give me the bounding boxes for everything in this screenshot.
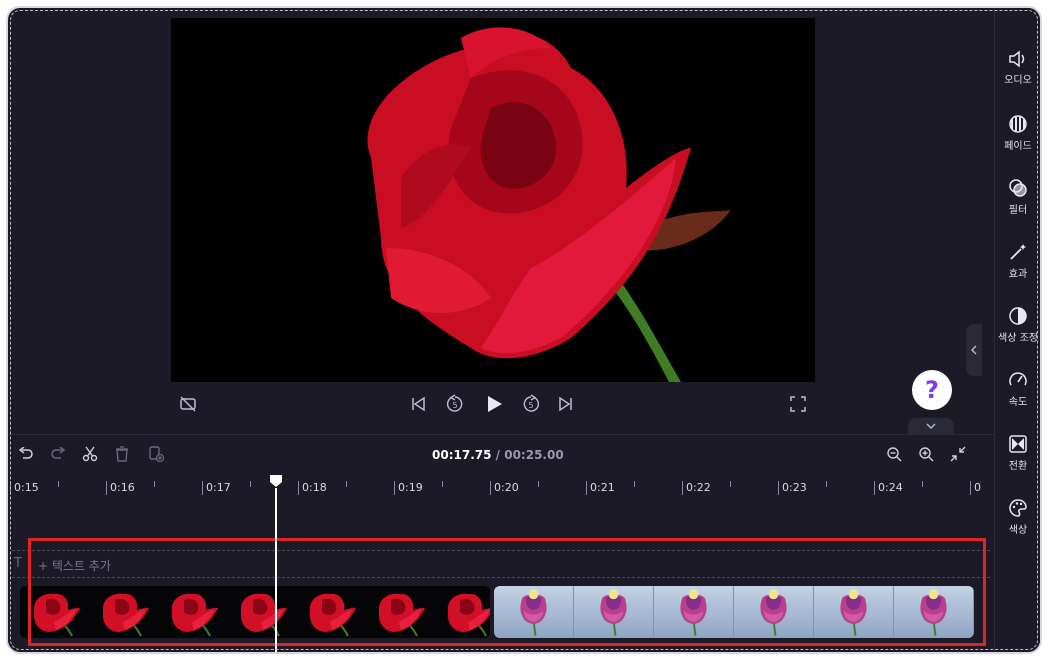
clip-thumbnail xyxy=(654,586,734,638)
sidebar-item-color-adjust[interactable]: 색상 조정 xyxy=(995,306,1040,360)
fit-timeline-icon[interactable] xyxy=(948,444,968,464)
speedometer-icon xyxy=(1009,372,1027,386)
magic-wand-icon xyxy=(1010,244,1026,260)
duplicate-icon[interactable] xyxy=(146,444,166,464)
sidebar-item-speed[interactable]: 속도 xyxy=(995,370,1040,424)
minor-tick xyxy=(154,481,155,487)
ruler-label: 0:23 xyxy=(778,481,807,495)
sidebar-item-label: 효과 xyxy=(1008,269,1028,280)
speaker-icon xyxy=(1009,50,1025,68)
play-button[interactable] xyxy=(482,392,506,416)
zoom-in-icon[interactable] xyxy=(916,444,936,464)
eye-off-icon[interactable] xyxy=(178,394,198,414)
minor-tick xyxy=(922,481,923,487)
ruler-label: 0:18 xyxy=(298,481,327,495)
forward-5-button[interactable]: 5 xyxy=(520,393,542,415)
minor-tick xyxy=(250,481,251,487)
trash-icon[interactable] xyxy=(112,444,132,464)
skip-start-icon[interactable] xyxy=(408,394,428,414)
total-time: 00:25.00 xyxy=(504,448,564,462)
ruler-label: 0:16 xyxy=(106,481,135,495)
svg-text:5: 5 xyxy=(452,401,457,410)
clip-thumbnail xyxy=(89,586,158,638)
scissors-icon[interactable] xyxy=(80,444,100,464)
ruler-label: 0:19 xyxy=(394,481,423,495)
sidebar-item-fade[interactable]: 페이드 xyxy=(995,114,1040,168)
sidebar-collapse-tab[interactable] xyxy=(966,324,982,376)
clip-thumbnail xyxy=(814,586,894,638)
sidebar-item-label: 색상 조정 xyxy=(998,333,1038,344)
minor-tick xyxy=(346,481,347,487)
sidebar-item-label: 오디오 xyxy=(1004,75,1032,86)
clip-thumbnail xyxy=(158,586,227,638)
zoom-out-icon[interactable] xyxy=(884,444,904,464)
rewind-5-button[interactable]: 5 xyxy=(444,393,466,415)
sidebar-item-label: 필터 xyxy=(1008,205,1028,216)
fullscreen-icon[interactable] xyxy=(788,394,808,414)
sidebar-item-filter[interactable]: 필터 xyxy=(995,178,1040,232)
ruler-label: 0:21 xyxy=(586,481,615,495)
ruler-label: 0 xyxy=(970,481,981,495)
editor-window: 5 5 ? 오디오 페이드 필터 효과 색상 조정 속도 전환 색상 00:17… xyxy=(6,6,1042,654)
timeline-ruler[interactable]: 0:15 0:16 0:17 0:18 0:19 0:20 0:21 0:22 … xyxy=(8,476,994,506)
help-button[interactable]: ? xyxy=(912,370,952,410)
sidebar-item-color[interactable]: 색상 xyxy=(995,498,1040,552)
redo-icon[interactable] xyxy=(48,444,68,464)
ruler-label: 0:22 xyxy=(682,481,711,495)
time-separator: / xyxy=(491,448,505,462)
minor-tick xyxy=(730,481,731,487)
play-icon xyxy=(488,396,502,412)
clip-thumbnail xyxy=(574,586,654,638)
skip-end-icon[interactable] xyxy=(556,394,576,414)
ruler-label: 0:17 xyxy=(202,481,231,495)
sidebar-item-label: 속도 xyxy=(1008,397,1028,408)
palette-icon xyxy=(1009,499,1027,517)
clip-thumbnail xyxy=(227,586,296,638)
sidebar-item-audio[interactable]: 오디오 xyxy=(995,50,1040,104)
minor-tick xyxy=(538,481,539,487)
clip-thumbnail xyxy=(494,586,574,638)
playhead-line xyxy=(275,488,277,652)
filter-icon xyxy=(1009,179,1027,197)
timecode-display: 00:17.75 / 00:25.00 xyxy=(432,448,564,462)
text-track-icon: T xyxy=(14,556,22,571)
svg-text:5: 5 xyxy=(528,401,533,410)
current-time: 00:17.75 xyxy=(432,448,492,462)
clip-thumbnail xyxy=(734,586,814,638)
clip-thumbnail xyxy=(894,586,974,638)
sidebar-item-label: 색상 xyxy=(1008,525,1028,536)
sidebar-item-transition[interactable]: 전환 xyxy=(995,434,1040,488)
clip-thumbnail xyxy=(365,586,434,638)
text-track[interactable]: T + 텍스트 추가 xyxy=(12,550,990,578)
minor-tick xyxy=(634,481,635,487)
clip-thumbnail xyxy=(20,586,89,638)
ruler-label: 0:15 xyxy=(10,481,39,495)
video-clip-pink-rose[interactable] xyxy=(494,586,974,638)
undo-icon[interactable] xyxy=(16,444,36,464)
contrast-icon xyxy=(1009,307,1027,325)
video-clip-red-rose[interactable] xyxy=(20,586,490,638)
minor-tick xyxy=(58,481,59,487)
minor-tick xyxy=(826,481,827,487)
transition-icon xyxy=(1009,435,1027,453)
chevron-down-icon xyxy=(926,423,936,429)
red-rose-frame xyxy=(171,18,815,382)
sidebar-item-effects[interactable]: 효과 xyxy=(995,242,1040,296)
minor-tick xyxy=(442,481,443,487)
properties-sidebar: 오디오 페이드 필터 효과 색상 조정 속도 전환 색상 xyxy=(994,8,1040,652)
chevron-left-icon xyxy=(971,345,977,355)
sidebar-item-label: 페이드 xyxy=(1004,141,1032,152)
ruler-label: 0:24 xyxy=(874,481,903,495)
fade-icon xyxy=(1009,115,1027,133)
clip-thumbnail xyxy=(296,586,365,638)
collapse-panel-tab[interactable] xyxy=(908,418,954,434)
video-preview xyxy=(171,18,815,382)
playhead-handle[interactable] xyxy=(269,474,283,488)
sidebar-item-label: 전환 xyxy=(1008,461,1028,472)
toolbar-divider xyxy=(8,434,994,435)
clip-thumbnail xyxy=(434,586,490,638)
ruler-label: 0:20 xyxy=(490,481,519,495)
add-text-button[interactable]: + 텍스트 추가 xyxy=(38,557,111,574)
